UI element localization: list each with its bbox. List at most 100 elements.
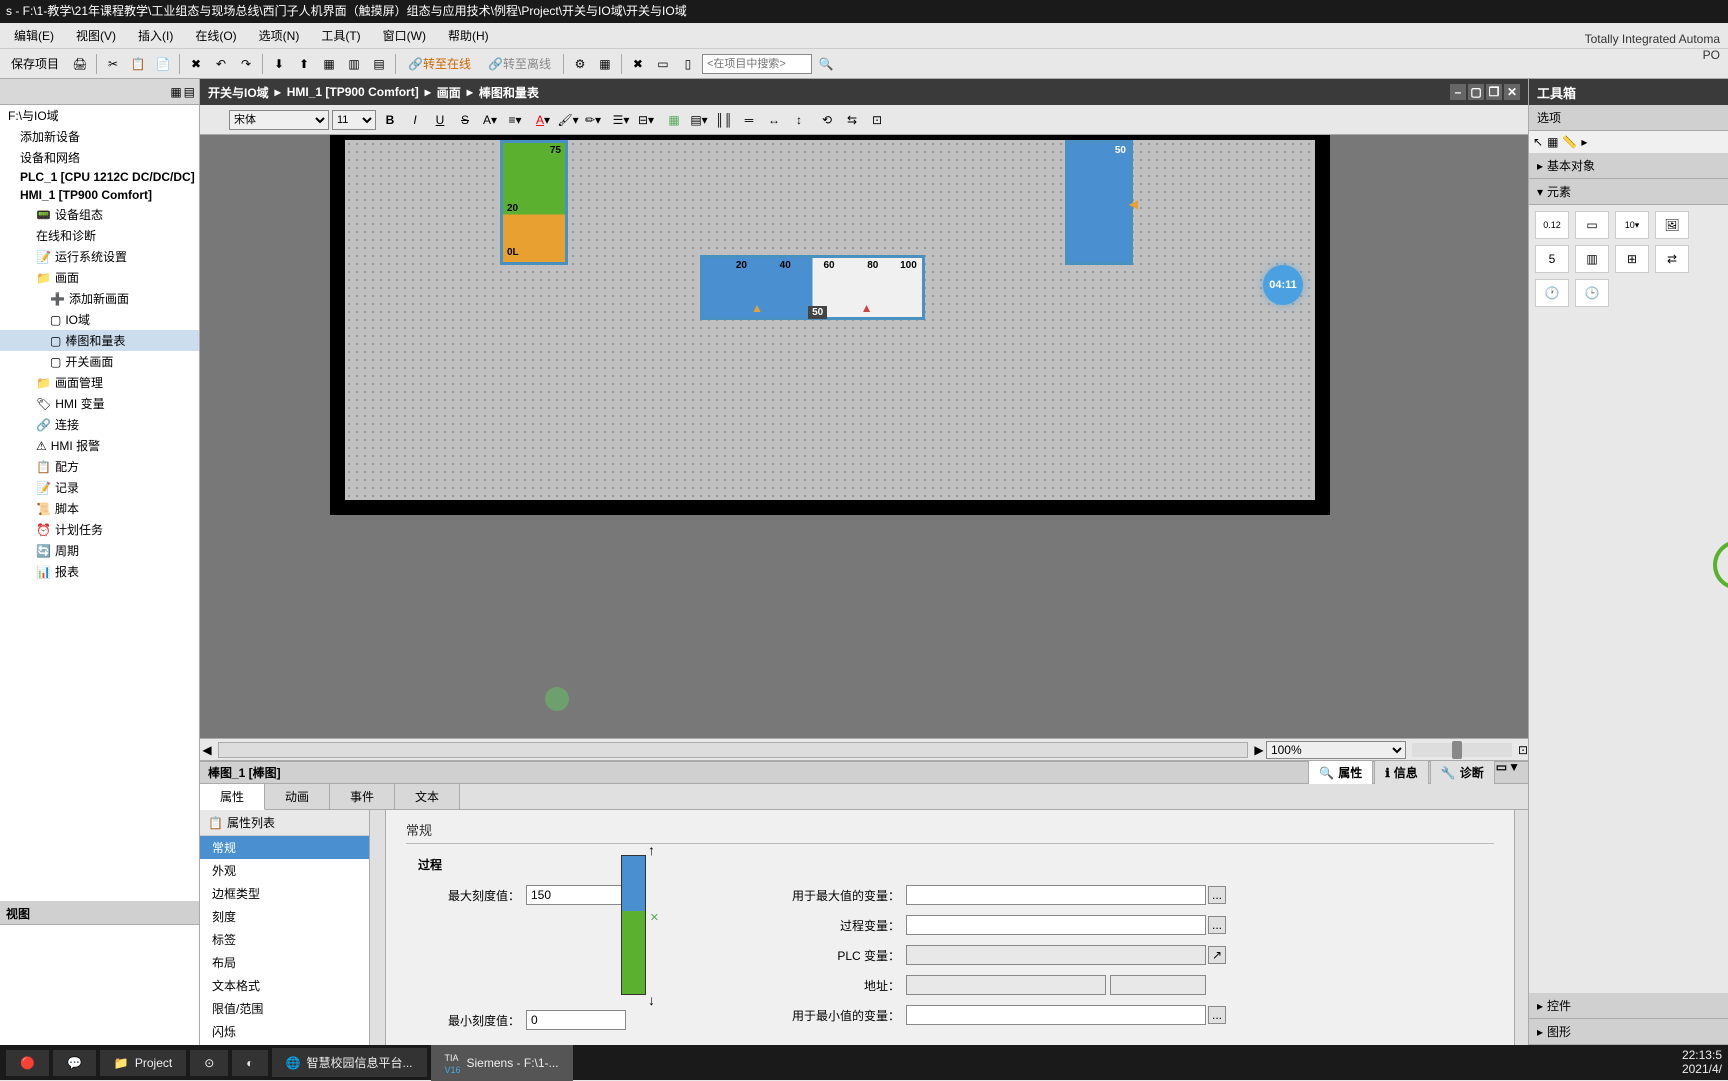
delete-icon[interactable]: ✖ xyxy=(185,53,207,75)
textcolor-icon[interactable]: A▾ xyxy=(532,109,554,131)
rotate-icon[interactable]: ⟲ xyxy=(816,109,838,131)
upload-icon[interactable]: ⬆ xyxy=(293,53,315,75)
input-min-var[interactable] xyxy=(906,1005,1206,1025)
prop-label[interactable]: 标签 xyxy=(200,928,369,951)
breadcrumb-root[interactable]: 开关与IO域 xyxy=(208,84,269,101)
tool-bar[interactable]: ▥ xyxy=(1575,245,1609,273)
tb-icon-1[interactable]: ▦ xyxy=(318,53,340,75)
taskbar-wechat[interactable]: 💬 xyxy=(53,1050,96,1076)
align-icon[interactable]: ≡▾ xyxy=(504,109,526,131)
toolbox-controls[interactable]: ▸ 控件 xyxy=(1529,993,1728,1019)
tree-logs[interactable]: 📝 记录 xyxy=(0,477,199,498)
undo-icon[interactable]: ↶ xyxy=(210,53,232,75)
prop-appearance[interactable]: 外观 xyxy=(200,859,369,882)
tree-root[interactable]: F:\与IO域 xyxy=(0,105,199,126)
inspector-layout-icon[interactable]: ▭ xyxy=(1496,760,1507,785)
download-icon[interactable]: ⬇ xyxy=(268,53,290,75)
browse-min-var[interactable]: ... xyxy=(1208,1006,1226,1024)
inspector-collapse-icon[interactable]: ▼ xyxy=(1508,760,1520,785)
input-plc-var[interactable] xyxy=(906,945,1206,965)
browse-plc-var[interactable]: ↗ xyxy=(1208,946,1226,964)
tb-icon-4[interactable]: ⚙ xyxy=(569,53,591,75)
menu-insert[interactable]: 插入(I) xyxy=(128,24,183,47)
taskbar-start[interactable]: 🔴 xyxy=(6,1050,49,1076)
v-scrollbar[interactable] xyxy=(1514,810,1528,1066)
search-icon[interactable]: 🔍 xyxy=(815,53,837,75)
cut-icon[interactable]: ✂ xyxy=(102,53,124,75)
tool-switch[interactable]: ⊞ xyxy=(1615,245,1649,273)
font-select[interactable]: 宋体 xyxy=(229,110,329,130)
tree-device-config[interactable]: 📟 设备组态 xyxy=(0,204,199,225)
taskbar-clock[interactable]: 22:13:5 2021/4/ xyxy=(1682,1049,1722,1075)
project-tree[interactable]: F:\与IO域 添加新设备 设备和网络 PLC_1 [CPU 1212C DC/… xyxy=(0,105,199,901)
tool-datetime[interactable]: 5 xyxy=(1535,245,1569,273)
tb-icon-2[interactable]: ▥ xyxy=(343,53,365,75)
redo-icon[interactable]: ↷ xyxy=(235,53,257,75)
flip-icon[interactable]: ⇆ xyxy=(841,109,863,131)
input-process-var[interactable] xyxy=(906,915,1206,935)
taskbar-app2[interactable]: ◐ xyxy=(232,1050,267,1076)
distribute-h-icon[interactable]: ║║ xyxy=(713,109,735,131)
taskbar-browser[interactable]: 🌐 智慧校园信息平台... xyxy=(272,1048,427,1077)
tree-add-device[interactable]: 添加新设备 xyxy=(0,126,199,147)
tree-scheduled[interactable]: ⏰ 计划任务 xyxy=(0,519,199,540)
linecolor-icon[interactable]: ✏▾ xyxy=(582,109,604,131)
close-icon[interactable]: ✕ xyxy=(1504,84,1520,100)
toolbox-basic[interactable]: ▸ 基本对象 xyxy=(1529,153,1728,179)
bold-icon[interactable]: B xyxy=(379,109,401,131)
search-input[interactable] xyxy=(702,54,812,74)
inspector-tab-info[interactable]: ℹ 信息 xyxy=(1374,760,1429,785)
toolbox-options[interactable]: 选项 xyxy=(1529,105,1728,131)
tool-ruler-icon[interactable]: 📏 xyxy=(1562,135,1577,149)
save-project-button[interactable]: 保存项目 xyxy=(4,53,66,75)
tree-collapse-icon[interactable]: ▤ xyxy=(184,85,195,99)
fontsize-select[interactable]: 11 xyxy=(332,110,376,130)
split-h-icon[interactable]: ▭ xyxy=(652,53,674,75)
canvas[interactable]: 0L 20 75 20 40 60 80 100 50 ▲ ▲ xyxy=(200,135,1528,738)
mtab-events[interactable]: 事件 xyxy=(330,784,395,809)
tool-clock[interactable]: 🕒 xyxy=(1575,279,1609,307)
print-icon[interactable]: 🖨 xyxy=(69,53,91,75)
input-max-scale[interactable] xyxy=(526,885,626,905)
fillcolor-icon[interactable]: 🖌▾ xyxy=(557,109,579,131)
goto-online-button[interactable]: 🔗 转至在线 xyxy=(401,53,478,75)
prop-border[interactable]: 边框类型 xyxy=(200,882,369,905)
tree-connections[interactable]: 🔗 连接 xyxy=(0,414,199,435)
distribute-v-icon[interactable]: ═ xyxy=(738,109,760,131)
prop-limits[interactable]: 限值/范围 xyxy=(200,997,369,1020)
tree-hmi-alarms[interactable]: ⚠ HMI 报警 xyxy=(0,435,199,456)
prop-flash[interactable]: 闪烁 xyxy=(200,1020,369,1043)
bar-gauge-horizontal[interactable]: 20 40 60 80 100 50 ▲ ▲ xyxy=(700,255,925,320)
menu-options[interactable]: 选项(N) xyxy=(249,24,310,47)
restore-icon[interactable]: ❐ xyxy=(1486,84,1502,100)
toolbox-elements[interactable]: ▾ 元素 xyxy=(1529,179,1728,205)
tree-plc[interactable]: PLC_1 [CPU 1212C DC/DC/DC] xyxy=(0,168,199,186)
scroll-right-icon[interactable]: ▶ xyxy=(1252,743,1266,757)
copy-icon[interactable]: 📋 xyxy=(127,53,149,75)
tree-hmi-tags[interactable]: 🏷 HMI 变量 xyxy=(0,393,199,414)
pointer-icon[interactable]: ↖ xyxy=(1533,135,1543,149)
menu-online[interactable]: 在线(O) xyxy=(185,24,246,47)
tree-screen-mgmt[interactable]: 📁 画面管理 xyxy=(0,372,199,393)
breadcrumb-device[interactable]: HMI_1 [TP900 Comfort] xyxy=(287,85,419,99)
taskbar-tia[interactable]: TIAV16 Siemens - F:\1-... xyxy=(431,1045,573,1081)
zoom-select[interactable]: 100% xyxy=(1266,741,1406,759)
same-height-icon[interactable]: ↕ xyxy=(788,109,810,131)
input-min-scale[interactable] xyxy=(526,1010,626,1030)
tree-devices-networks[interactable]: 设备和网络 xyxy=(0,147,199,168)
tool-graphicio[interactable]: 🖼 xyxy=(1655,211,1689,239)
tool-button[interactable]: ▭ xyxy=(1575,211,1609,239)
zoom-fit-icon[interactable]: ⊡ xyxy=(866,109,888,131)
prop-textformat[interactable]: 文本格式 xyxy=(200,974,369,997)
mtab-text[interactable]: 文本 xyxy=(395,784,460,809)
menu-tools[interactable]: 工具(T) xyxy=(311,24,370,47)
tree-online-diag[interactable]: 在线和诊断 xyxy=(0,225,199,246)
tb-icon-5[interactable]: ▦ xyxy=(594,53,616,75)
breadcrumb-screens[interactable]: 画面 xyxy=(437,84,461,101)
browse-max-var[interactable]: ... xyxy=(1208,886,1226,904)
prop-scale[interactable]: 刻度 xyxy=(200,905,369,928)
scroll-left-icon[interactable]: ◀ xyxy=(200,743,214,757)
tool-grid-icon[interactable]: ▦ xyxy=(1547,135,1558,149)
valign-icon[interactable]: ⊟▾ xyxy=(635,109,657,131)
goto-offline-button[interactable]: 🔗 转至离线 xyxy=(481,53,558,75)
